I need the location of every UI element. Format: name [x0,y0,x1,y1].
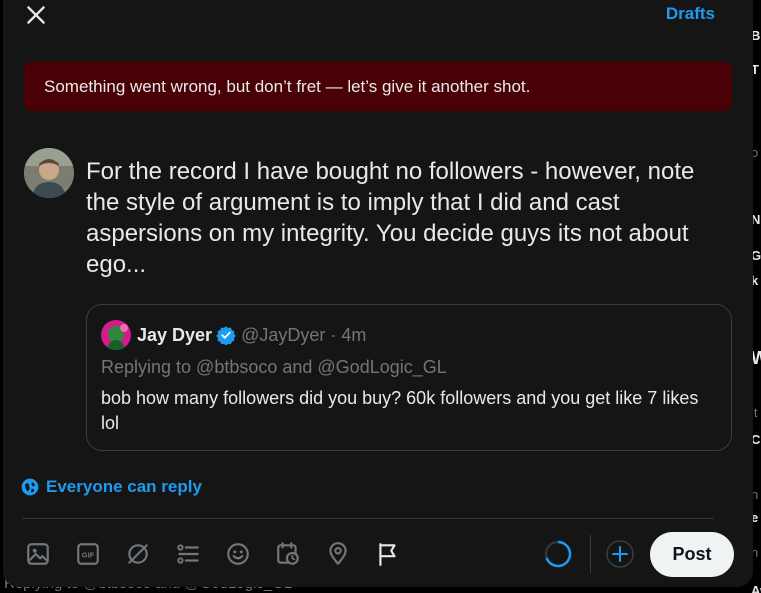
quote-header: Jay Dyer @JayDyer · 4m [101,320,366,350]
quote-body: bob how many followers did you buy? 60k … [101,388,699,433]
emoji-button[interactable] [225,541,251,567]
image-icon [27,543,49,565]
composer-text[interactable]: For the record I have bought no follower… [86,156,726,280]
compose-modal: Drafts Something went wrong, but don’t f… [3,0,753,587]
flag-button[interactable] [375,541,401,567]
schedule-button[interactable] [275,541,301,567]
close-button[interactable] [23,2,49,28]
gif-icon: GIF [77,543,99,565]
verified-badge-icon [216,326,236,345]
globe-icon [21,478,39,496]
grok-icon [128,544,148,564]
avatar[interactable] [24,148,74,198]
quoted-post[interactable]: Jay Dyer @JayDyer · 4m Replying to @btbs… [86,304,732,451]
toolbar-divider [22,518,714,519]
close-icon [27,6,45,24]
toolbar-separator [590,535,591,573]
reply-setting-label: Everyone can reply [46,477,202,496]
media-button[interactable] [25,541,51,567]
quote-avatar-image [101,320,131,350]
gif-button[interactable]: GIF [75,541,101,567]
character-progress-ring [543,539,573,569]
drafts-button[interactable]: Drafts [666,4,715,24]
svg-text:GIF: GIF [82,550,95,559]
quote-author-name: Jay Dyer [137,324,213,345]
progress-ring-icon [544,540,572,568]
poll-icon [177,544,199,564]
reply-setting-button[interactable]: Everyone can reply [20,477,202,497]
emoji-icon [227,543,249,565]
quote-replying-to: Replying to @btbsoco and @GodLogic_GL [101,357,447,377]
schedule-icon [277,542,299,565]
error-text: Something went wrong, but don’t fret — l… [44,76,531,96]
error-banner: Something went wrong, but don’t fret — l… [24,62,732,111]
plus-icon [606,540,634,568]
add-post-button[interactable] [605,539,635,569]
quote-avatar [101,320,131,350]
location-button[interactable] [325,541,351,567]
post-button[interactable]: Post [650,532,734,577]
grok-button[interactable] [125,541,151,567]
location-icon [329,542,347,565]
poll-button[interactable] [175,541,201,567]
flag-icon [379,543,396,566]
user-avatar-image [24,148,74,198]
quote-handle-time: @JayDyer · 4m [241,324,367,345]
